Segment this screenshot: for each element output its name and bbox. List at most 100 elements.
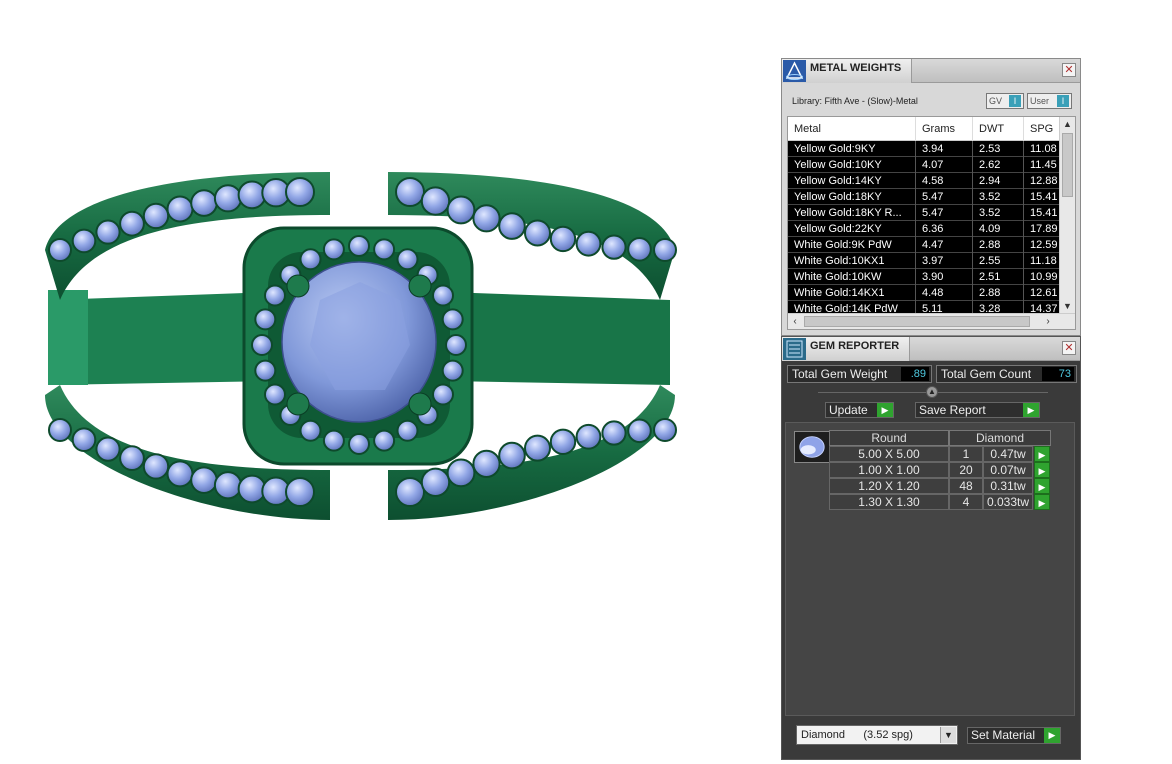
cell-grams: 4.58 [916, 173, 973, 189]
cell-metal: White Gold:14KX1 [788, 285, 916, 301]
accent-gem [190, 189, 218, 217]
table-row[interactable]: Yellow Gold:10KY 4.07 2.62 11.45 [788, 157, 1064, 173]
accent-gem [322, 238, 345, 261]
chevron-down-icon[interactable]: ▼ [940, 727, 956, 743]
metal-weights-tab[interactable]: METAL WEIGHTS [782, 59, 913, 83]
accent-gem [119, 445, 145, 472]
vertical-scrollbar[interactable]: ▲ ▼ [1059, 117, 1075, 313]
table-row[interactable]: Yellow Gold:22KY 6.36 4.09 17.89 [788, 221, 1064, 237]
3d-viewport[interactable] [0, 0, 780, 764]
scroll-left-icon[interactable]: ‹ [788, 314, 802, 329]
accent-gem [627, 236, 652, 262]
scroll-up-icon[interactable]: ▲ [1060, 117, 1075, 131]
cell-metal: Yellow Gold:22KY [788, 221, 916, 237]
scroll-thumb[interactable] [1062, 133, 1073, 197]
cell-grams: 4.07 [916, 157, 973, 173]
play-icon[interactable]: ▶ [1034, 478, 1050, 494]
accent-gem [48, 238, 72, 262]
accent-gem [71, 427, 97, 452]
gem-count: 48 [949, 478, 983, 494]
accent-gem [524, 219, 551, 247]
user-toggle[interactable]: User I [1027, 93, 1072, 109]
table-body: Yellow Gold:9KY 3.94 2.53 11.08 Yellow Gold:… [788, 141, 1064, 317]
gem-report-icon [783, 338, 806, 360]
close-icon[interactable]: ✕ [1062, 341, 1076, 355]
metal-weights-table: Metal Grams DWT SPG Yellow Gold:9KY 3.94 2… [787, 116, 1076, 330]
ring-shank-left [48, 290, 88, 385]
cell-spg: 11.18 [1024, 253, 1064, 269]
column-header-dwt[interactable]: DWT [973, 117, 1024, 141]
gem-size: 1.00 X 1.00 [829, 462, 949, 478]
column-header-spg[interactable]: SPG [1024, 117, 1064, 141]
ring-model [45, 172, 677, 520]
cell-dwt: 2.53 [973, 141, 1024, 157]
accent-gem [472, 449, 501, 478]
column-header-metal[interactable]: Metal [788, 117, 916, 141]
cell-grams: 4.48 [916, 285, 973, 301]
metal-weights-titlebar[interactable]: METAL WEIGHTS ✕ [782, 59, 1080, 83]
horizontal-scrollbar[interactable]: ‹ › [788, 313, 1075, 329]
set-material-button[interactable]: Set Material ▶ [967, 727, 1061, 744]
metal-weights-panel: METAL WEIGHTS ✕ Library: Fifth Ave - (Sl… [781, 58, 1081, 336]
play-icon[interactable]: ▶ [1034, 446, 1050, 462]
accent-gem [95, 436, 121, 462]
cell-grams: 3.97 [916, 253, 973, 269]
cell-dwt: 2.88 [973, 237, 1024, 253]
prong [408, 274, 432, 298]
table-row[interactable]: Yellow Gold:9KY 3.94 2.53 11.08 [788, 141, 1064, 157]
cell-dwt: 3.52 [973, 189, 1024, 205]
gem-reporter-tab[interactable]: GEM REPORTER [782, 337, 911, 361]
gem-size: 1.30 X 1.30 [829, 494, 949, 510]
accent-gem [472, 204, 501, 233]
accent-gem [601, 420, 627, 446]
toggle-indicator-icon: I [1009, 95, 1021, 107]
save-report-button[interactable]: Save Report ▶ [915, 402, 1040, 418]
table-row[interactable]: White Gold:10KW 3.90 2.51 10.99 [788, 269, 1064, 285]
accent-gem [348, 235, 370, 257]
total-gem-weight-value: .89 [901, 367, 929, 381]
gem-list: Round Diamond 5.00 X 5.00 1 0.47tw ▶ 1.00 X … [785, 422, 1075, 716]
total-gem-count-value: 73 [1042, 367, 1074, 381]
gv-toggle-label: GV [989, 96, 1003, 106]
play-icon[interactable]: ▶ [1034, 494, 1050, 510]
gv-toggle[interactable]: GV I [986, 93, 1024, 109]
total-gem-weight-label: Total Gem Weight [792, 367, 888, 381]
scroll-right-icon[interactable]: › [1041, 314, 1055, 329]
accent-gem [166, 195, 194, 223]
table-row[interactable]: Yellow Gold:14KY 4.58 2.94 12.88 [788, 173, 1064, 189]
cell-spg: 11.45 [1024, 157, 1064, 173]
accent-gem [254, 359, 277, 382]
gem-material-header: Diamond [949, 430, 1051, 446]
table-row[interactable]: Yellow Gold:18KY R... 5.47 3.52 15.41 [788, 205, 1064, 221]
accent-gem [432, 284, 455, 307]
accent-gem [432, 383, 455, 406]
cell-dwt: 2.55 [973, 253, 1024, 269]
table-row[interactable]: White Gold:9K PdW 4.47 2.88 12.59 [788, 237, 1064, 253]
gem-thumbnail-icon[interactable] [794, 431, 830, 463]
gem-reporter-titlebar[interactable]: GEM REPORTER ✕ [782, 337, 1080, 361]
collapse-toggle-icon[interactable]: ▲ [926, 386, 938, 398]
scroll-thumb[interactable] [804, 316, 1030, 327]
update-button-label: Update [829, 403, 868, 417]
accent-gem [251, 334, 273, 356]
play-icon[interactable]: ▶ [1034, 462, 1050, 478]
table-row[interactable]: White Gold:14KX1 4.48 2.88 12.61 [788, 285, 1064, 301]
gem-weight: 0.07tw [983, 462, 1033, 478]
save-report-button-label: Save Report [919, 403, 986, 417]
accent-gem [420, 186, 451, 216]
cell-dwt: 4.09 [973, 221, 1024, 237]
table-row[interactable]: Yellow Gold:18KY 5.47 3.52 15.41 [788, 189, 1064, 205]
close-icon[interactable]: ✕ [1062, 63, 1076, 77]
material-dropdown[interactable]: Diamond (3.52 spg) ▼ [796, 725, 958, 745]
scroll-down-icon[interactable]: ▼ [1060, 299, 1075, 313]
cell-metal: White Gold:10KX1 [788, 253, 916, 269]
gem-reporter-panel: GEM REPORTER ✕ Total Gem Weight .89 Tota… [781, 336, 1081, 760]
cell-grams: 3.94 [916, 141, 973, 157]
accent-gem [299, 248, 322, 271]
cell-spg: 10.99 [1024, 269, 1064, 285]
accent-gem [95, 219, 121, 245]
accent-gem [446, 195, 476, 225]
column-header-grams[interactable]: Grams [916, 117, 973, 141]
update-button[interactable]: Update ▶ [825, 402, 894, 418]
table-row[interactable]: White Gold:10KX1 3.97 2.55 11.18 [788, 253, 1064, 269]
